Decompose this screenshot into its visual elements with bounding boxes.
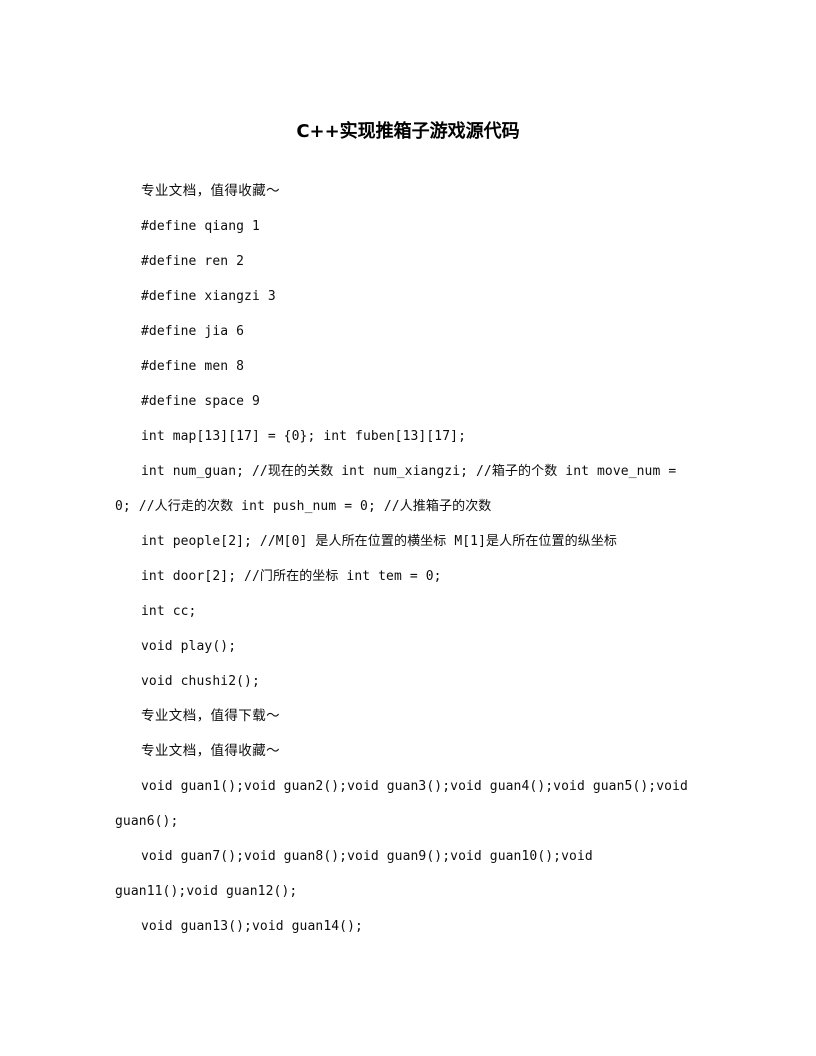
paragraph-define-space: #define space 9 <box>141 394 260 409</box>
paragraph-decl-map: int map[13][17] = {0}; int fuben[13][17]… <box>141 429 466 444</box>
paragraph-decl-door: int door[2]; //门所在的坐标 int tem = 0; <box>141 569 442 584</box>
paragraph-define-men: #define men 8 <box>141 359 245 374</box>
paragraph-proto-guan-7-12: void guan7();void guan8();void guan9();v… <box>115 849 593 899</box>
document-body: 专业文档，值得收藏～ #define qiang 1 #define ren 2… <box>115 174 691 944</box>
paragraph-define-xiangzi: #define xiangzi 3 <box>141 289 276 304</box>
paragraph-define-qiang: #define qiang 1 <box>141 219 260 234</box>
paragraph-decl-cc: int cc; <box>141 604 197 619</box>
paragraph-proto-play: void play(); <box>141 639 237 654</box>
paragraph-proto-guan-13-14: void guan13();void guan14(); <box>141 919 363 934</box>
paragraph-define-jia: #define jia 6 <box>141 324 245 339</box>
paragraph-proto-chushi2: void chushi2(); <box>141 674 260 689</box>
paragraph-promo-2: 专业文档，值得下载～ <box>141 708 280 724</box>
paragraph-decl-counters: int num_guan; //现在的关数 int num_xiangzi; /… <box>115 464 677 514</box>
paragraph-promo-3: 专业文档，值得收藏～ <box>141 743 280 759</box>
paragraph-promo-1: 专业文档，值得收藏～ <box>141 183 280 199</box>
page-title: C++实现推箱子游戏源代码 <box>296 121 520 142</box>
paragraph-define-ren: #define ren 2 <box>141 254 245 269</box>
paragraph-proto-guan-1-6: void guan1();void guan2();void guan3();v… <box>115 779 688 829</box>
document-page: C++实现推箱子游戏源代码 专业文档，值得收藏～ #define qiang 1… <box>0 0 816 1056</box>
paragraph-decl-people: int people[2]; //M[0] 是人所在位置的横坐标 M[1]是人所… <box>141 534 618 549</box>
